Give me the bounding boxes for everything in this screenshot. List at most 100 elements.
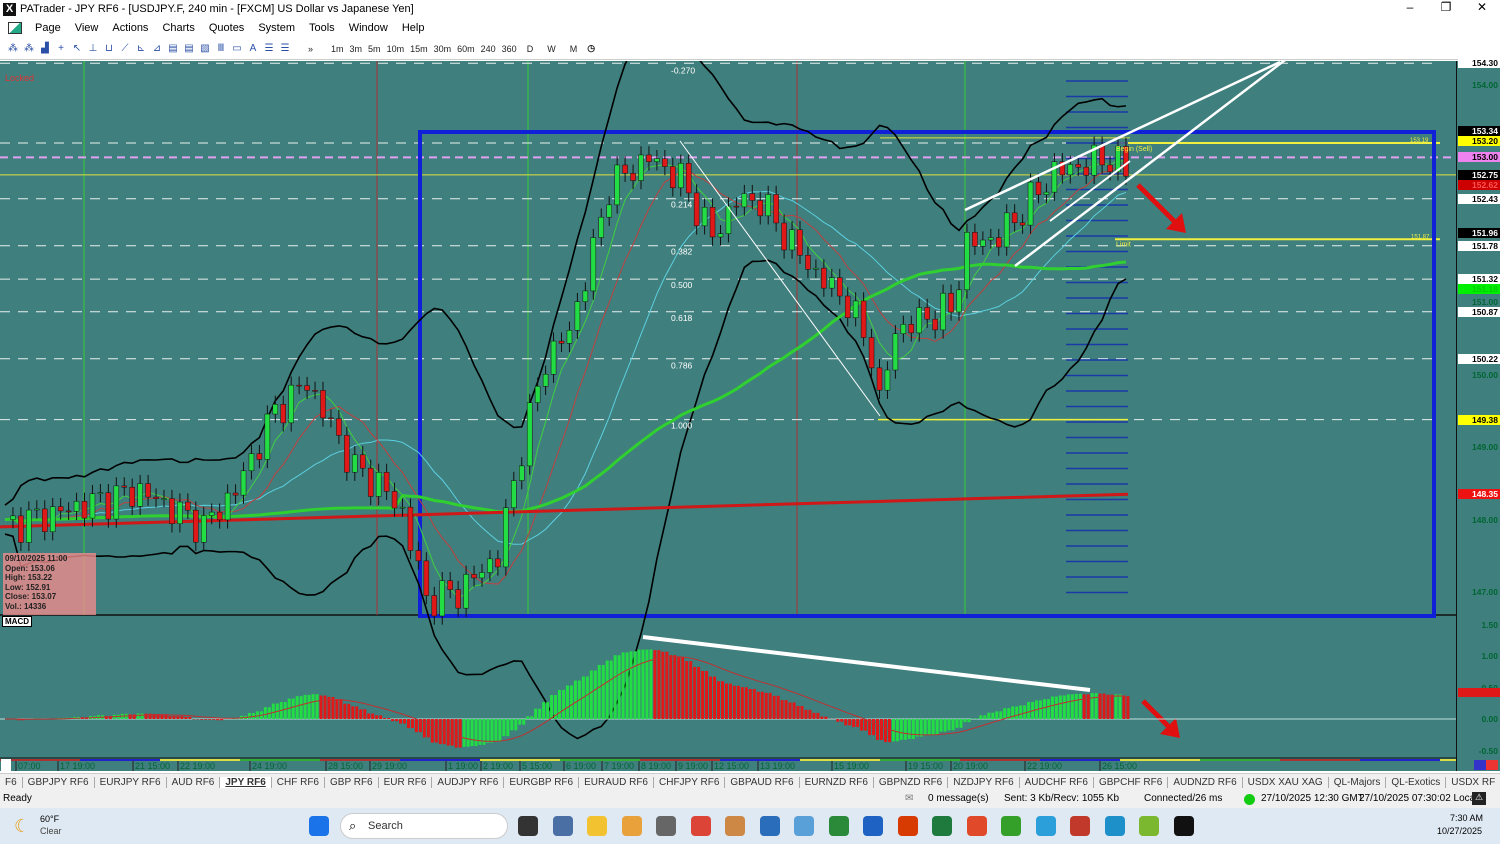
fib-retracement-icon[interactable]: ▤ xyxy=(168,43,178,54)
fan-icon[interactable]: ⊾ xyxy=(136,43,146,54)
zoom-buttons[interactable] xyxy=(1474,760,1498,770)
app-sm-icon[interactable] xyxy=(1173,816,1194,836)
tab-audchf-rf6[interactable]: AUDCHF RF6 xyxy=(1020,776,1094,788)
tab-chf-rf6[interactable]: CHF RF6 xyxy=(272,776,325,788)
levels2-icon[interactable]: ☰ xyxy=(280,43,290,54)
tab-ql-exotics[interactable]: QL-Exotics xyxy=(1386,776,1447,788)
price-chart[interactable]: -0.270 0.214 0.382 0.500 0.618 0.786 1.000 Begi… xyxy=(0,58,1500,771)
timeframe-3m[interactable]: 3m xyxy=(350,44,363,54)
candle xyxy=(646,154,652,163)
tab-gbp-rf6[interactable]: GBP RF6 xyxy=(325,776,379,788)
tab-audnzd-rf6[interactable]: AUDNZD RF6 xyxy=(1168,776,1243,788)
menu-window[interactable]: Window xyxy=(342,22,395,34)
word-icon[interactable] xyxy=(863,816,883,836)
timeframe-10m[interactable]: 10m xyxy=(387,44,405,54)
menu-view[interactable]: View xyxy=(68,22,106,34)
bar-type-icon[interactable]: ⁂ xyxy=(8,43,18,54)
tab-eurnzd-rf6[interactable]: EURNZD RF6 xyxy=(800,776,874,788)
text-icon[interactable]: A xyxy=(248,43,258,54)
remote-desktop-icon[interactable] xyxy=(794,816,814,836)
windows-start-icon[interactable] xyxy=(309,816,329,836)
chrome-icon[interactable] xyxy=(690,816,711,836)
warning-icon[interactable]: ⚠ xyxy=(1472,792,1486,805)
period-D[interactable]: D xyxy=(527,44,534,54)
calculator-icon[interactable] xyxy=(552,816,573,836)
tab-ql-majors[interactable]: QL-Majors xyxy=(1329,776,1387,788)
menu-actions[interactable]: Actions xyxy=(105,22,155,34)
tab-usdx-xau-xag[interactable]: USDX XAU XAG xyxy=(1243,776,1329,788)
levels-icon[interactable]: ☰ xyxy=(264,43,274,54)
tab-jpy-rf6[interactable]: JPY RF6 xyxy=(220,776,272,788)
excel-icon[interactable] xyxy=(932,816,952,836)
bollinger-upper xyxy=(4,61,1127,506)
app-c-red-icon[interactable] xyxy=(966,816,987,836)
tab-gbpchf-rf6[interactable]: GBPCHF RF6 xyxy=(1094,776,1169,788)
timeframe-5m[interactable]: 5m xyxy=(368,44,381,54)
tab-eurgbp-rf6[interactable]: EURGBP RF6 xyxy=(504,776,580,788)
tab-eurjpy-rf6[interactable]: EURJPY RF6 xyxy=(95,776,167,788)
tab-aud-rf6[interactable]: AUD RF6 xyxy=(167,776,221,788)
timeframe-1m[interactable]: 1m xyxy=(331,44,344,54)
menu-charts[interactable]: Charts xyxy=(155,22,201,34)
tab-euraud-rf6[interactable]: EURAUD RF6 xyxy=(579,776,654,788)
trendline-icon[interactable]: ⟋ xyxy=(120,43,130,54)
timeframe-60m[interactable]: 60m xyxy=(457,44,475,54)
minimize-button[interactable]: – xyxy=(1392,0,1428,14)
maximize-button[interactable]: ❐ xyxy=(1428,0,1464,14)
fib-extension-icon[interactable]: ▤ xyxy=(184,43,194,54)
tab-eur-rf6[interactable]: EUR RF6 xyxy=(379,776,433,788)
notepad-icon[interactable] xyxy=(759,816,780,836)
line-tool-icon[interactable]: ⊥ xyxy=(88,43,98,54)
indicator-icon[interactable]: ▟ xyxy=(40,43,50,54)
menu-help[interactable]: Help xyxy=(395,22,432,34)
price-axis[interactable]: 154.30 154.00 153.34 153.20 153.00 152.75 152.… xyxy=(1456,58,1500,771)
tab-gbpaud-rf6[interactable]: GBPAUD RF6 xyxy=(725,776,800,788)
rect-icon[interactable]: ▭ xyxy=(232,43,242,54)
candle xyxy=(479,572,485,579)
task-view-icon[interactable] xyxy=(518,816,538,836)
taskbar-search[interactable]: ⌕ Search xyxy=(340,813,508,839)
scroll-handle[interactable] xyxy=(1,759,11,771)
menu-tools[interactable]: Tools xyxy=(302,22,342,34)
tab-chfjpy-rf6[interactable]: CHFJPY RF6 xyxy=(654,776,726,788)
gann-icon[interactable]: ▧ xyxy=(200,43,210,54)
crosshair-icon[interactable]: + xyxy=(56,43,66,54)
menu-system[interactable]: System xyxy=(251,22,302,34)
menu-quotes[interactable]: Quotes xyxy=(202,22,251,34)
patrader-icon[interactable] xyxy=(725,816,745,836)
timeframe-15m[interactable]: 15m xyxy=(410,44,428,54)
acrobat-icon[interactable] xyxy=(897,816,918,836)
timeframe-30m[interactable]: 30m xyxy=(434,44,452,54)
channel-icon[interactable]: ⊔ xyxy=(104,43,114,54)
candle xyxy=(630,173,636,181)
trading-app-icon[interactable] xyxy=(656,816,676,836)
pointer-icon[interactable]: ↖ xyxy=(72,43,82,54)
vertical-lines-icon[interactable]: Ⅲ xyxy=(216,43,226,54)
close-button[interactable]: ✕ xyxy=(1464,0,1500,14)
store-icon[interactable] xyxy=(1104,816,1125,836)
menu-page[interactable]: Page xyxy=(28,22,68,34)
clock-icon[interactable]: ◷ xyxy=(587,43,595,54)
timeframe-360[interactable]: 360 xyxy=(502,44,517,54)
tab-f6[interactable]: F6 xyxy=(0,776,23,788)
fib-fan-icon[interactable]: ⊿ xyxy=(152,43,162,54)
tab-gbpnzd-rf6[interactable]: GBPNZD RF6 xyxy=(874,776,949,788)
file-explorer-icon[interactable] xyxy=(587,816,607,836)
app-c-green-icon[interactable] xyxy=(1001,816,1021,836)
price-axis-label: 150.00 xyxy=(1472,369,1498,380)
printer-icon[interactable] xyxy=(1070,816,1090,836)
chart-app-icon xyxy=(8,22,22,34)
period-M[interactable]: M xyxy=(570,44,578,54)
mail-app-icon[interactable] xyxy=(621,816,642,836)
tab-nzdjpy-rf6[interactable]: NZDJPY RF6 xyxy=(948,776,1020,788)
bar-type2-icon[interactable]: ⁂ xyxy=(24,43,34,54)
app-w-icon[interactable] xyxy=(1139,816,1159,836)
timeframe-240[interactable]: 240 xyxy=(481,44,496,54)
telegram-icon[interactable] xyxy=(1035,816,1056,836)
chart-app-icon[interactable] xyxy=(828,816,849,836)
toolbar-overflow-button[interactable]: » xyxy=(308,44,313,54)
period-W[interactable]: W xyxy=(547,44,556,54)
tab-gbpjpy-rf6[interactable]: GBPJPY RF6 xyxy=(23,776,95,788)
tab-audjpy-rf6[interactable]: AUDJPY RF6 xyxy=(432,776,505,788)
tab-usdx-rf[interactable]: USDX RF xyxy=(1446,777,1500,788)
